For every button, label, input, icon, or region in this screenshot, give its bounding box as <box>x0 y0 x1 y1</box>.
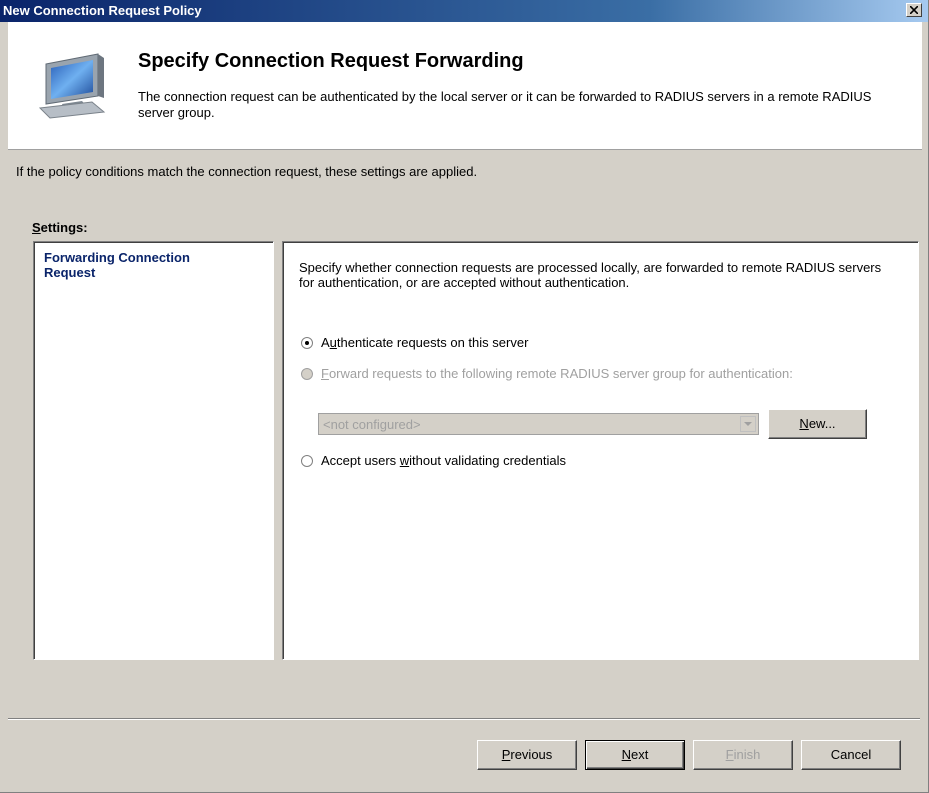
cancel-button[interactable]: Cancel <box>801 740 901 770</box>
radio-unselected-icon <box>301 455 313 467</box>
button-label: ext <box>631 747 649 762</box>
button-accesskey: N <box>621 747 632 762</box>
next-button[interactable]: Next <box>585 740 685 770</box>
label-part: Accept users <box>321 453 400 468</box>
label-accesskey: F <box>321 366 329 381</box>
wizard-header: Specify Connection Request Forwarding Th… <box>8 22 922 150</box>
button-accesskey: F <box>725 747 734 762</box>
settings-label: Settings: <box>32 220 88 235</box>
close-button[interactable] <box>906 3 922 17</box>
button-label: revious <box>510 747 553 762</box>
label-part: orward requests to the following remote … <box>328 366 793 381</box>
radio-selected-icon <box>301 337 313 349</box>
radio-label-accept: Accept users without validating credenti… <box>321 453 566 469</box>
button-label: inish <box>733 747 761 762</box>
close-icon <box>910 6 918 14</box>
label-accesskey: w <box>399 453 410 468</box>
chevron-down-icon <box>744 422 752 426</box>
radio-label-forward: Forward requests to the following remote… <box>321 366 793 382</box>
label-accesskey: u <box>329 335 337 350</box>
server-group-value: <not configured> <box>323 417 421 432</box>
window-title: New Connection Request Policy <box>3 3 202 18</box>
settings-item-forwarding[interactable]: Forwarding Connection Request <box>44 250 244 280</box>
computer-monitor-icon <box>38 53 106 119</box>
settings-detail-pane: Specify whether connection requests are … <box>282 241 919 660</box>
settings-label-text: ettings: <box>40 220 88 235</box>
dropdown-button[interactable] <box>740 416 756 432</box>
radio-unselected-icon <box>301 368 313 380</box>
footer-divider <box>8 718 920 720</box>
server-group-select[interactable]: <not configured> <box>318 413 759 435</box>
settings-label-accesskey: S <box>32 220 41 235</box>
dialog-window: New Connection Request Policy Specify Co… <box>0 0 929 793</box>
forwarding-description: Specify whether connection requests are … <box>299 260 882 290</box>
title-bar[interactable]: New Connection Request Policy <box>0 0 928 22</box>
page-description: The connection request can be authentica… <box>138 89 872 120</box>
previous-button[interactable]: Previous <box>477 740 577 770</box>
label-part: thenticate requests on this server <box>336 335 529 350</box>
label-part: A <box>321 335 330 350</box>
label-part: ithout validating credentials <box>409 453 566 468</box>
finish-button[interactable]: Finish <box>693 740 793 770</box>
info-text: If the policy conditions match the conne… <box>16 164 478 179</box>
new-server-group-button[interactable]: New... <box>768 409 867 439</box>
button-label: ew... <box>808 416 836 431</box>
settings-list[interactable]: Forwarding Connection Request <box>33 241 274 660</box>
page-title: Specify Connection Request Forwarding <box>138 50 524 72</box>
button-accesskey: N <box>799 416 809 431</box>
radio-label-authenticate: Authenticate requests on this server <box>321 335 528 351</box>
